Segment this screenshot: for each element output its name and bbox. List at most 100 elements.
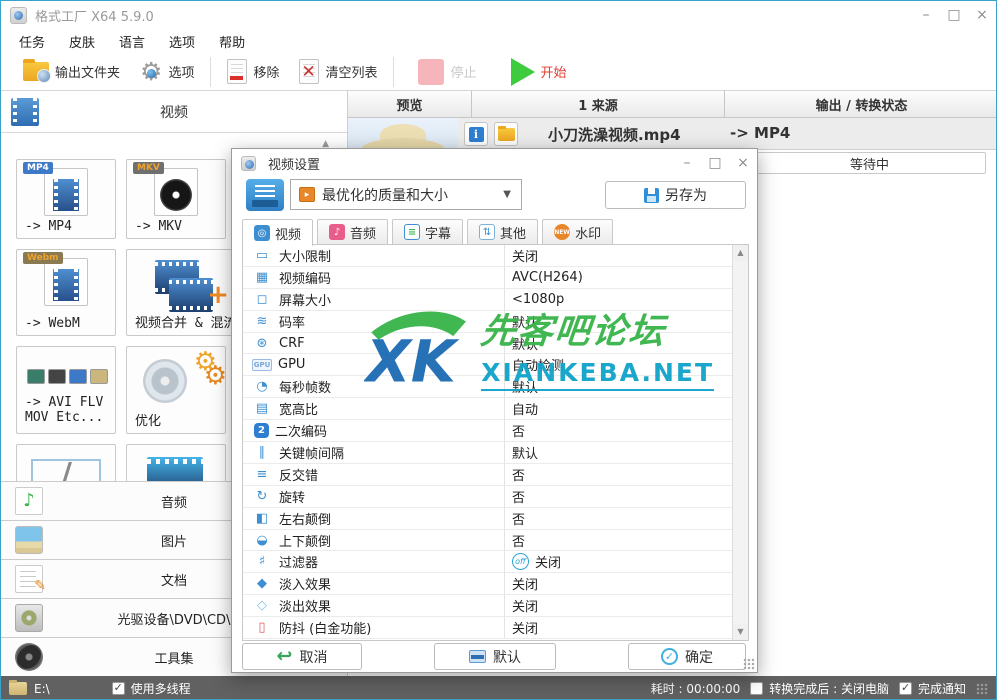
setting-value: <1080p bbox=[512, 291, 565, 307]
output-drive-path[interactable]: E:\ bbox=[34, 682, 50, 696]
flip-v-icon: ◒ bbox=[256, 532, 268, 548]
format-card-avi-etc[interactable]: -> AVI FLV MOV Etc... bbox=[16, 346, 116, 434]
scroll-up-arrow[interactable]: ▲ bbox=[733, 245, 748, 261]
checkbox-checked-icon[interactable] bbox=[898, 681, 912, 695]
setting-row-waves[interactable]: ≋ 码率 默认 bbox=[243, 310, 733, 333]
sliders-tab-icon: ⇅ bbox=[479, 224, 496, 240]
menu-skin[interactable]: 皮肤 bbox=[69, 32, 95, 51]
tab-video[interactable]: ◎ 视频 bbox=[242, 219, 314, 246]
close-button[interactable]: × bbox=[968, 2, 996, 28]
app-window: 格式工厂 X64 5.9.0 – □ × 任务 皮肤 语言 选项 帮助 输出文件… bbox=[0, 0, 997, 700]
setting-row-filter[interactable]: ♯ 过滤器 off 关闭 bbox=[243, 551, 733, 574]
tab-other[interactable]: ⇅ 其他 bbox=[467, 219, 539, 244]
menu-language[interactable]: 语言 bbox=[119, 32, 145, 51]
setting-row-ruler[interactable]: ▭ 大小限制 关闭 bbox=[243, 245, 733, 267]
setting-label: 二次编码 bbox=[275, 425, 328, 441]
start-button[interactable]: 开始 bbox=[501, 55, 577, 89]
window-title: 格式工厂 X64 5.9.0 bbox=[35, 9, 154, 25]
setting-label: 宽高比 bbox=[279, 403, 319, 419]
profile-select[interactable]: ▸ 最优化的质量和大小 ▼ bbox=[290, 179, 522, 210]
window-resize-grip[interactable] bbox=[976, 682, 988, 695]
column-source[interactable]: 1 来源 bbox=[472, 91, 725, 117]
multithread-toggle[interactable]: 使用多线程 bbox=[111, 680, 191, 697]
clear-list-button[interactable]: 清空列表 bbox=[289, 55, 387, 89]
dialog-minimize-button[interactable]: – bbox=[673, 150, 701, 176]
setting-value: 默认 bbox=[512, 381, 539, 397]
queue-row[interactable]: i 小刀洗澡视频.mp4 -> MP4 bbox=[348, 118, 996, 150]
menu-options[interactable]: 选项 bbox=[169, 32, 195, 51]
remove-button[interactable]: 移除 bbox=[217, 55, 289, 89]
fps-icon: ◔ bbox=[256, 379, 268, 395]
ruler-icon: ▭ bbox=[255, 247, 269, 263]
notify-toggle[interactable]: 完成通知 bbox=[898, 680, 966, 697]
output-folder-button[interactable]: 输出文件夹 bbox=[13, 55, 130, 89]
format-card-mp4[interactable]: MP4 -> MP4 bbox=[16, 159, 116, 239]
setting-row-aspect[interactable]: ▤ 宽高比 自动 bbox=[243, 398, 733, 421]
stop-button[interactable]: 停止 bbox=[408, 55, 486, 89]
setting-row-deinterlace[interactable]: ≡ 反交错 否 bbox=[243, 463, 733, 486]
setting-row-fade-out[interactable]: ◇ 淡出效果 关闭 bbox=[243, 595, 733, 618]
cancel-button[interactable]: ↩ 取消 bbox=[242, 643, 362, 670]
format-card-mkv[interactable]: MKV -> MKV bbox=[126, 159, 226, 239]
tab-watermark[interactable]: NEW 水印 bbox=[542, 219, 614, 244]
setting-row-two-pass[interactable]: 2 二次编码 否 bbox=[243, 420, 733, 443]
setting-label: 淡入效果 bbox=[279, 578, 332, 594]
scroll-down-arrow[interactable]: ▼ bbox=[733, 624, 748, 640]
setting-value: 关闭 bbox=[512, 622, 539, 638]
setting-row-atom[interactable]: ⊛ CRF 默认 bbox=[243, 332, 733, 355]
profile-selected-value: 最优化的质量和大小 bbox=[322, 187, 448, 204]
maximize-button[interactable]: □ bbox=[940, 2, 968, 28]
tab-subtitle[interactable]: ≡ 字幕 bbox=[392, 219, 464, 244]
setting-value: 默认 bbox=[512, 315, 539, 331]
dialog-close-button[interactable]: × bbox=[729, 150, 757, 176]
shield-icon: ▯ bbox=[258, 620, 266, 636]
setting-row-shield[interactable]: ▯ 防抖 (白金功能) 关闭 bbox=[243, 617, 733, 640]
tab-label: 字幕 bbox=[425, 226, 452, 242]
setting-row-gpu[interactable]: GPU GPU 自动检测 bbox=[243, 354, 733, 377]
column-output-status[interactable]: 输出 / 转换状态 bbox=[725, 91, 996, 117]
media-info-button[interactable]: i bbox=[464, 122, 488, 146]
default-button[interactable]: 默认 bbox=[434, 643, 556, 670]
setting-row-keyframe[interactable]: ∥ 关键帧间隔 默认 bbox=[243, 442, 733, 464]
format-card-webm[interactable]: Webm -> WebM bbox=[16, 249, 116, 336]
column-preview[interactable]: 预览 bbox=[348, 91, 472, 117]
setting-row-flip-v[interactable]: ◒ 上下颠倒 否 bbox=[243, 529, 733, 552]
setting-row-screen[interactable]: ◻ 屏幕大小 <1080p bbox=[243, 288, 733, 311]
setting-label: GPU bbox=[278, 357, 306, 373]
setting-row-fps[interactable]: ◔ 每秒帧数 默认 bbox=[243, 376, 733, 399]
setting-row-flip-h[interactable]: ◧ 左右颠倒 否 bbox=[243, 507, 733, 530]
save-as-label: 另存为 bbox=[665, 188, 707, 204]
shutdown-toggle[interactable]: 转换完成后 : 关闭电脑 bbox=[750, 680, 889, 697]
gpu-icon: GPU bbox=[252, 358, 272, 371]
setting-row-rotate[interactable]: ↻ 旋转 否 bbox=[243, 485, 733, 508]
format-card-label: -> MKV bbox=[135, 219, 182, 234]
preview-thumbnail[interactable] bbox=[348, 118, 458, 149]
menu-task[interactable]: 任务 bbox=[19, 32, 45, 51]
checkbox-checked-icon[interactable] bbox=[111, 681, 125, 695]
profile-drawer-icon[interactable] bbox=[246, 179, 284, 211]
document-pencil-icon bbox=[15, 565, 46, 594]
options-button[interactable]: ⚙ 选项 bbox=[130, 55, 204, 89]
dialog-maximize-button[interactable]: □ bbox=[701, 150, 729, 176]
film-reel-icon bbox=[15, 643, 43, 671]
checkbox-unchecked-icon[interactable] bbox=[750, 682, 764, 695]
remove-icon bbox=[227, 59, 248, 84]
chip-icon: ▦ bbox=[255, 269, 269, 285]
setting-row-chip[interactable]: ▦ 视频编码 AVC(H264) bbox=[243, 266, 733, 289]
tab-audio[interactable]: ♪ 音频 bbox=[317, 219, 389, 244]
save-as-button[interactable]: 另存为 bbox=[605, 181, 746, 209]
waves-icon: ≋ bbox=[256, 313, 268, 329]
off-badge-icon: off bbox=[512, 553, 529, 571]
video-section-header[interactable]: 视频 bbox=[1, 91, 347, 133]
disc-drive-icon bbox=[15, 604, 43, 632]
menu-bar: 任务 皮肤 语言 选项 帮助 bbox=[1, 29, 996, 53]
menu-help[interactable]: 帮助 bbox=[219, 32, 245, 51]
minimize-button[interactable]: – bbox=[912, 2, 940, 28]
format-card-optimize[interactable]: ⚙ 优化 bbox=[126, 346, 226, 434]
gear-icon: ⚙ bbox=[140, 57, 163, 86]
setting-row-fade-in[interactable]: ◆ 淡入效果 关闭 bbox=[243, 573, 733, 596]
ok-button[interactable]: ✓ 确定 bbox=[628, 643, 746, 670]
open-folder-button[interactable] bbox=[494, 122, 518, 146]
dialog-resize-grip[interactable] bbox=[743, 658, 755, 670]
scrollbar[interactable]: ▲ ▼ bbox=[732, 245, 748, 640]
